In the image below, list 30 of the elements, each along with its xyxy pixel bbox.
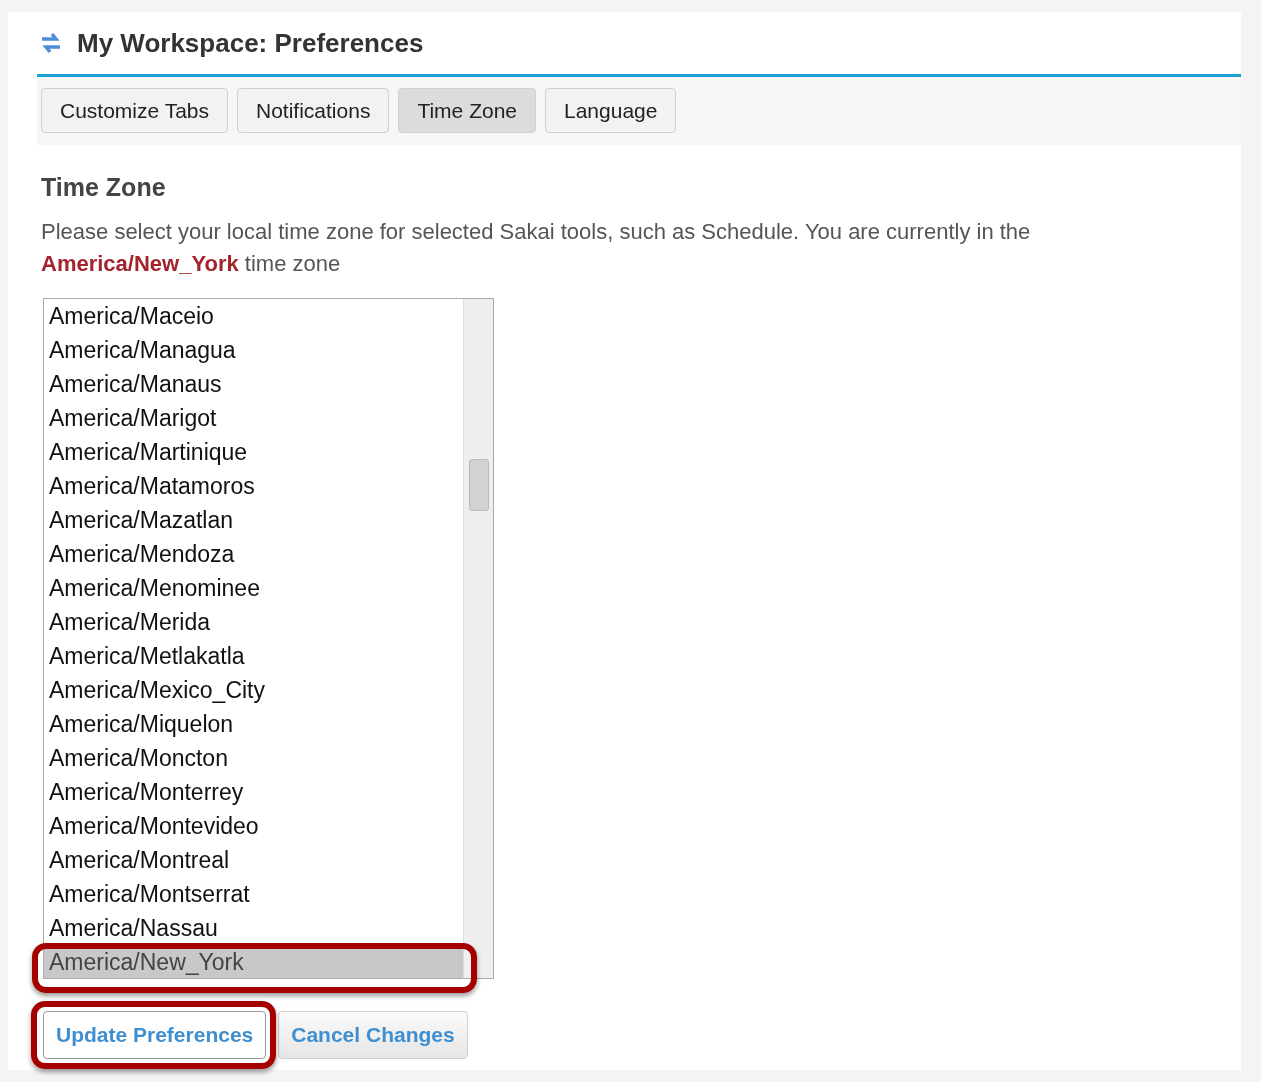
list-option[interactable]: America/Merida <box>44 605 463 639</box>
list-option[interactable]: America/Moncton <box>44 741 463 775</box>
list-option[interactable]: America/Montreal <box>44 843 463 877</box>
list-option[interactable]: America/Managua <box>44 333 463 367</box>
list-option[interactable]: America/Montserrat <box>44 877 463 911</box>
tab[interactable]: Notifications <box>237 88 390 133</box>
list-option[interactable]: America/Manaus <box>44 367 463 401</box>
time-zone-list[interactable] <box>43 298 494 979</box>
list-option[interactable]: America/Mazatlan <box>44 503 463 537</box>
list-option[interactable]: America/Montevideo <box>44 809 463 843</box>
list-option[interactable]: America/Martinique <box>44 435 463 469</box>
tab[interactable]: Language <box>545 88 677 133</box>
list-option[interactable]: America/Maceio <box>44 299 463 333</box>
tab[interactable]: Time Zone <box>398 88 536 133</box>
list-option[interactable]: America/Nassau <box>44 911 463 945</box>
list-option[interactable]: America/Monterrey <box>44 775 463 809</box>
page-title: My Workspace: Preferences <box>77 27 424 59</box>
description-text: Please select your local time zone for selected Sakai tools, such as Schedule. You are currently in the America/New_York time zone <box>41 218 1032 278</box>
scrollbar[interactable] <box>463 299 493 978</box>
list-option[interactable]: America/Metlakatla <box>44 639 463 673</box>
tab[interactable]: Customize Tabs <box>41 88 228 133</box>
refresh-arrows-icon <box>39 30 63 56</box>
list-option[interactable]: America/Mexico_City <box>44 673 463 707</box>
list-option[interactable]: America/Matamoros <box>44 469 463 503</box>
scrollbar-thumb[interactable] <box>469 459 489 511</box>
section-heading: Time Zone <box>41 173 167 202</box>
list-option[interactable]: America/Miquelon <box>44 707 463 741</box>
list-option[interactable]: America/Marigot <box>44 401 463 435</box>
list-option[interactable]: America/Mendoza <box>44 537 463 571</box>
list-option[interactable]: America/Menominee <box>44 571 463 605</box>
